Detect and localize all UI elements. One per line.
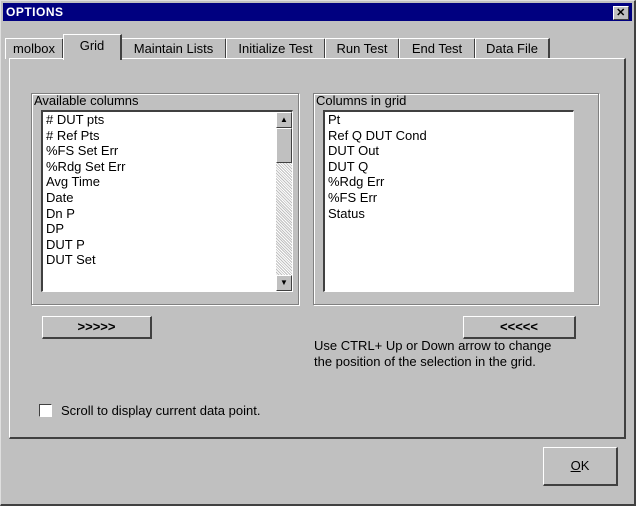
tab-maintain-lists[interactable]: Maintain Lists xyxy=(121,38,227,59)
list-item[interactable]: %Rdg Err xyxy=(325,174,573,190)
list-item[interactable]: Dn P xyxy=(43,206,292,222)
list-item[interactable]: %Rdg Set Err xyxy=(43,159,292,175)
reorder-hint: Use CTRL+ Up or Down arrow to change the… xyxy=(314,338,552,369)
options-window: OPTIONS ✕ molbox Grid Maintain Lists Ini… xyxy=(0,0,636,506)
tab-initialize-test[interactable]: Initialize Test xyxy=(226,38,326,59)
list-item[interactable]: DUT Q xyxy=(325,159,573,175)
scrollbar-thumb[interactable] xyxy=(276,128,292,163)
list-item[interactable]: # DUT pts xyxy=(43,112,292,128)
available-columns-label: Available columns xyxy=(34,93,139,108)
list-item[interactable]: Date xyxy=(43,190,292,206)
list-item[interactable]: DUT P xyxy=(43,237,292,253)
tab-molbox[interactable]: molbox xyxy=(5,38,64,59)
ok-label-rest: K xyxy=(580,458,590,473)
add-column-button[interactable]: >>>>> xyxy=(42,316,152,339)
scroll-checkbox-label: Scroll to display current data point. xyxy=(61,403,261,418)
list-item[interactable]: %FS Set Err xyxy=(43,143,292,159)
tab-data-file[interactable]: Data File xyxy=(475,38,550,59)
list-item[interactable]: %FS Err xyxy=(325,190,573,206)
close-icon[interactable]: ✕ xyxy=(613,6,629,20)
tab-run-test[interactable]: Run Test xyxy=(325,38,400,59)
up-arrow-icon[interactable]: ▲ xyxy=(276,112,292,128)
available-columns-list[interactable]: # DUT pts # Ref Pts %FS Set Err %Rdg Set… xyxy=(41,110,293,292)
ok-accel: O xyxy=(570,458,581,473)
list-item[interactable]: Status xyxy=(325,206,573,222)
list-item[interactable]: DUT Out xyxy=(325,143,573,159)
list-item[interactable]: Ref Q DUT Cond xyxy=(325,128,573,144)
tab-end-test[interactable]: End Test xyxy=(399,38,476,59)
columns-in-grid-label: Columns in grid xyxy=(316,93,407,108)
list-item[interactable]: DP xyxy=(43,221,292,237)
tab-grid[interactable]: Grid xyxy=(63,34,122,60)
columns-in-grid-list[interactable]: Pt Ref Q DUT Cond DUT Out DUT Q %Rdg Err… xyxy=(323,110,574,292)
down-arrow-icon[interactable]: ▼ xyxy=(276,275,292,291)
ok-button[interactable]: OK xyxy=(543,447,618,486)
list-item[interactable]: Avg Time xyxy=(43,174,292,190)
vertical-scrollbar[interactable]: ▲ ▼ xyxy=(276,112,292,291)
window-title: OPTIONS xyxy=(6,5,64,19)
title-bar: OPTIONS ✕ xyxy=(3,3,632,21)
remove-column-button[interactable]: <<<<< xyxy=(463,316,576,339)
list-item[interactable]: Pt xyxy=(325,112,573,128)
list-item[interactable]: DUT Set xyxy=(43,252,292,268)
list-item[interactable]: # Ref Pts xyxy=(43,128,292,144)
scroll-checkbox[interactable] xyxy=(39,404,52,417)
